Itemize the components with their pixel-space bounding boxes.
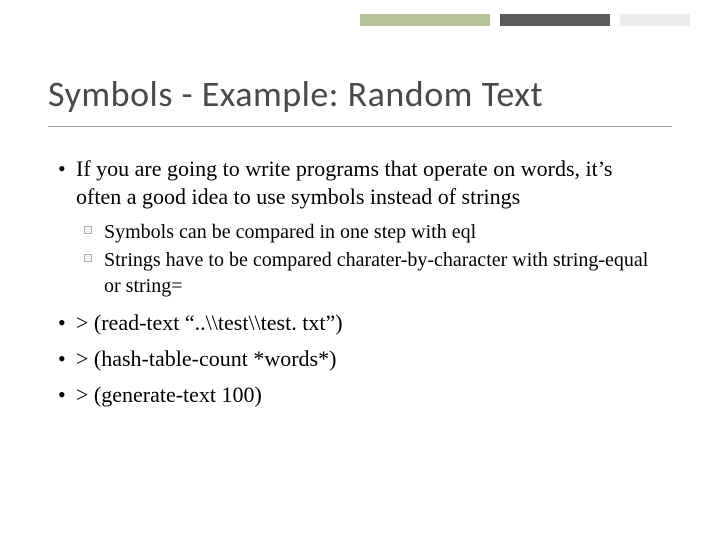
bullet-text: > (read-text “..\\test\\test. txt”) [76,309,660,337]
bullet-text: > (generate-text 100) [76,381,660,409]
presentation-slide: Symbols - Example: Random Text • If you … [0,0,720,540]
decorative-header-bar [0,0,720,48]
bullet-item: • > (generate-text 100) [58,381,660,409]
bullet-item: • > (hash-table-count *words*) [58,345,660,373]
accent-bar-olive [360,14,490,26]
sub-bullet-square-icon [84,247,104,269]
bullet-dot-icon: • [58,381,76,409]
bullet-text: If you are going to write programs that … [76,155,660,211]
sub-bullet-item: Strings have to be compared charater-by-… [84,247,660,299]
sub-bullet-group: Symbols can be compared in one step with… [84,219,660,299]
slide-title: Symbols - Example: Random Text [48,72,672,116]
bullet-dot-icon: • [58,309,76,337]
bullet-dot-icon: • [58,155,76,211]
sub-bullet-square-icon [84,219,104,241]
title-divider [48,126,672,127]
bullet-text: > (hash-table-count *words*) [76,345,660,373]
sub-bullet-text: Symbols can be compared in one step with… [104,219,660,245]
accent-bar-gray [500,14,610,26]
slide-body: • If you are going to write programs tha… [58,155,660,417]
sub-bullet-text: Strings have to be compared charater-by-… [104,247,660,299]
bullet-item: • If you are going to write programs tha… [58,155,660,211]
accent-bar-light [620,14,690,26]
bullet-dot-icon: • [58,345,76,373]
bullet-item: • > (read-text “..\\test\\test. txt”) [58,309,660,337]
sub-bullet-item: Symbols can be compared in one step with… [84,219,660,245]
